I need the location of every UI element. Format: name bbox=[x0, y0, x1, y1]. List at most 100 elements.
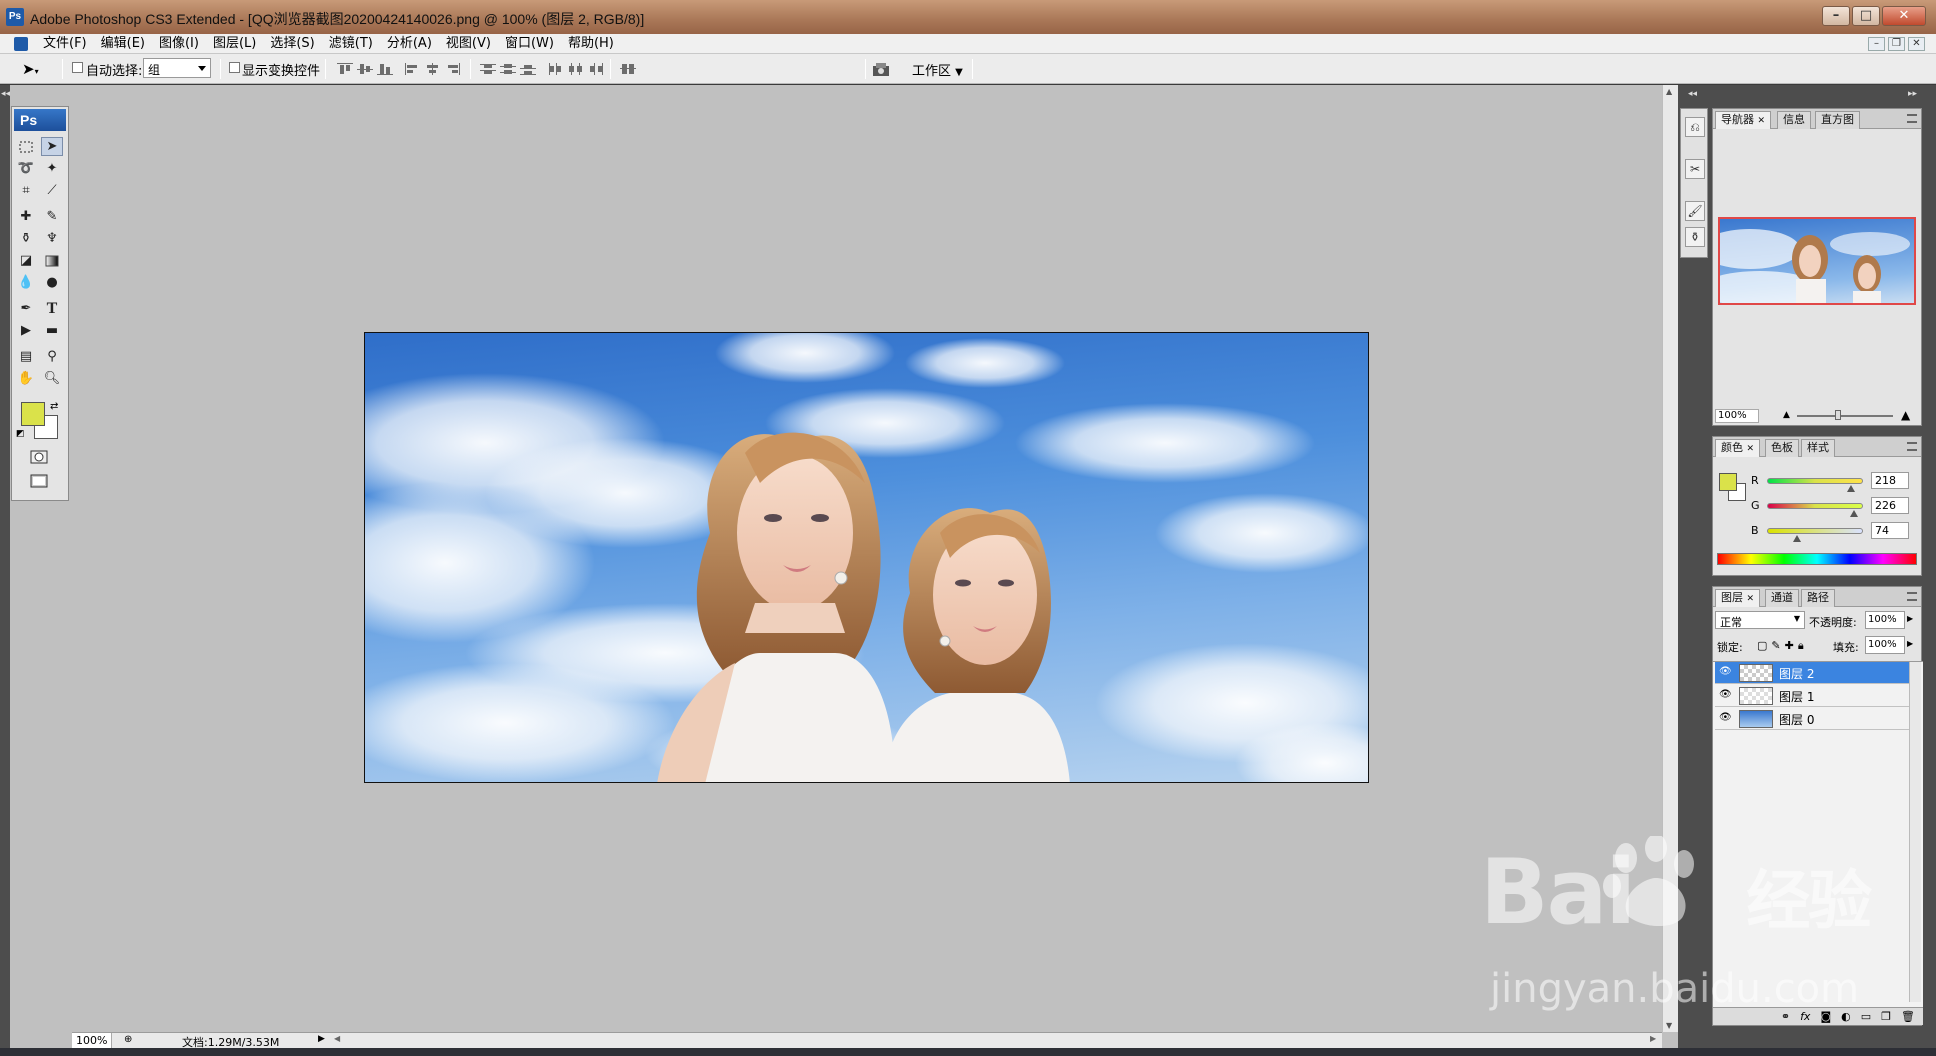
menu-view[interactable]: 视图(V) bbox=[439, 36, 498, 52]
blue-slider-thumb[interactable] bbox=[1793, 535, 1801, 542]
lock-icons[interactable]: ▢✎✚🔒︎ bbox=[1757, 639, 1808, 653]
default-colors-icon[interactable]: ◩ bbox=[16, 429, 25, 439]
clone-source-icon[interactable]: ⚱ bbox=[1685, 227, 1705, 247]
foreground-color-swatch[interactable] bbox=[21, 402, 45, 426]
distribute-top-icon[interactable] bbox=[480, 63, 496, 75]
lock-pixels-icon[interactable]: ✎ bbox=[1771, 639, 1784, 652]
distribute-bottom-icon[interactable] bbox=[520, 63, 536, 75]
workspace-menu[interactable]: 工作区 ▼ bbox=[912, 60, 963, 79]
scroll-up-icon[interactable]: ▲ bbox=[1666, 87, 1672, 96]
blue-slider[interactable] bbox=[1767, 528, 1863, 534]
panel-menu-icon[interactable] bbox=[1907, 114, 1917, 123]
eye-icon[interactable]: 👁︎ bbox=[1719, 666, 1732, 678]
tab-info[interactable]: 信息 bbox=[1777, 111, 1811, 129]
collapse-dock-icon[interactable]: ◂◂ bbox=[1688, 89, 1697, 99]
red-slider-thumb[interactable] bbox=[1847, 485, 1855, 492]
slice-tool-icon[interactable]: ⟋ bbox=[41, 181, 63, 200]
doc-restore-button[interactable]: ❐ bbox=[1888, 37, 1905, 51]
panel-menu-icon[interactable] bbox=[1907, 442, 1917, 451]
healing-brush-icon[interactable]: ✚ bbox=[15, 207, 37, 226]
opacity-arrow-icon[interactable]: ▶ bbox=[1907, 614, 1913, 623]
lock-position-icon[interactable]: ✚ bbox=[1785, 639, 1798, 652]
new-group-icon[interactable]: ▭ bbox=[1861, 1010, 1871, 1023]
document-icon[interactable] bbox=[14, 37, 28, 51]
fill-arrow-icon[interactable]: ▶ bbox=[1907, 639, 1913, 648]
color-spectrum-bar[interactable] bbox=[1717, 553, 1917, 565]
align-top-icon[interactable] bbox=[337, 63, 353, 75]
blend-mode-dropdown[interactable]: 正常 ▼ bbox=[1715, 611, 1805, 629]
magic-wand-icon[interactable]: ✦ bbox=[41, 159, 63, 178]
zoom-in-icon[interactable]: ▲ bbox=[1901, 408, 1910, 422]
tab-paths[interactable]: 路径 bbox=[1801, 589, 1835, 607]
new-layer-icon[interactable]: ❐ bbox=[1881, 1010, 1891, 1023]
screen-mode-icon[interactable] bbox=[28, 471, 50, 490]
tab-swatches[interactable]: 色板 bbox=[1765, 439, 1799, 457]
zoom-level-field[interactable]: 100% bbox=[72, 1033, 112, 1048]
menu-help[interactable]: 帮助(H) bbox=[561, 36, 621, 52]
distribute-vcenter-icon[interactable] bbox=[500, 63, 516, 75]
delete-layer-icon[interactable]: 🗑︎ bbox=[1901, 1010, 1915, 1023]
menu-layer[interactable]: 图层(L) bbox=[206, 36, 263, 52]
tab-styles[interactable]: 样式 bbox=[1801, 439, 1835, 457]
dodge-tool-icon[interactable]: ● bbox=[41, 273, 63, 292]
align-vcenter-icon[interactable] bbox=[357, 63, 373, 75]
menu-window[interactable]: 窗口(W) bbox=[498, 36, 561, 52]
shape-tool-icon[interactable]: ▬ bbox=[41, 321, 63, 340]
navigator-zoom-field[interactable]: 100% bbox=[1715, 409, 1759, 423]
auto-align-layers-icon[interactable] bbox=[620, 63, 636, 75]
minimize-button[interactable]: – bbox=[1822, 6, 1850, 26]
green-slider-thumb[interactable] bbox=[1850, 510, 1858, 517]
blur-tool-icon[interactable]: 💧 bbox=[15, 273, 37, 292]
scroll-down-icon[interactable]: ▼ bbox=[1666, 1021, 1672, 1030]
align-right-icon[interactable] bbox=[445, 63, 461, 75]
history-brush-icon[interactable]: ♆ bbox=[41, 229, 63, 248]
align-bottom-icon[interactable] bbox=[377, 63, 393, 75]
collapse-toolbox-icon[interactable]: ◂◂ bbox=[1, 89, 10, 99]
red-value-field[interactable]: 218 bbox=[1871, 472, 1909, 489]
expand-panels-icon[interactable]: ▸▸ bbox=[1908, 89, 1917, 99]
doc-close-button[interactable]: ✕ bbox=[1908, 37, 1925, 51]
menu-select[interactable]: 选择(S) bbox=[263, 36, 321, 52]
opacity-field[interactable]: 100% bbox=[1865, 611, 1905, 629]
move-tool-preset-icon[interactable]: ➤▾ bbox=[22, 60, 39, 78]
eyedropper-tool-icon[interactable]: ⚲ bbox=[41, 347, 63, 366]
navigator-preview[interactable] bbox=[1718, 217, 1916, 305]
pen-tool-icon[interactable]: ✒ bbox=[15, 299, 37, 318]
type-tool-icon[interactable]: T bbox=[41, 299, 63, 318]
layers-scrollbar[interactable] bbox=[1909, 662, 1921, 1002]
distribute-hcenter-icon[interactable] bbox=[568, 63, 584, 75]
menu-edit[interactable]: 编辑(E) bbox=[94, 36, 152, 52]
align-left-icon[interactable] bbox=[405, 63, 421, 75]
zoom-out-icon[interactable]: ▲ bbox=[1783, 410, 1790, 420]
distribute-left-icon[interactable] bbox=[548, 63, 564, 75]
green-value-field[interactable]: 226 bbox=[1871, 497, 1909, 514]
eye-icon[interactable]: 👁︎ bbox=[1719, 712, 1732, 724]
show-transform-checkbox[interactable] bbox=[229, 62, 240, 76]
lasso-tool-icon[interactable]: ➰ bbox=[15, 159, 37, 178]
bridge-icon[interactable] bbox=[872, 61, 894, 77]
auto-select-dropdown[interactable]: 组 bbox=[143, 58, 211, 78]
quick-mask-icon[interactable] bbox=[28, 447, 50, 466]
scroll-right-icon[interactable]: ▶ bbox=[1650, 1034, 1656, 1043]
menu-file[interactable]: 文件(F) bbox=[36, 36, 94, 52]
layer-row-2[interactable]: 👁︎ 图层 2 bbox=[1715, 662, 1919, 684]
tab-navigator[interactable]: 导航器 ✕ bbox=[1715, 111, 1772, 129]
navigator-zoom-slider[interactable] bbox=[1797, 415, 1893, 417]
fill-field[interactable]: 100% bbox=[1865, 636, 1905, 654]
layer-row-0[interactable]: 👁︎ 图层 0 bbox=[1715, 708, 1919, 730]
eye-icon[interactable]: 👁︎ bbox=[1719, 689, 1732, 701]
color-panel-foreground-swatch[interactable] bbox=[1719, 473, 1737, 491]
lock-all-icon[interactable]: 🔒︎ bbox=[1798, 639, 1808, 652]
crop-tool-icon[interactable]: ⌗ bbox=[15, 181, 37, 200]
tab-layers[interactable]: 图层 ✕ bbox=[1715, 589, 1761, 607]
move-tool-icon[interactable]: ➤ bbox=[41, 137, 63, 156]
maximize-button[interactable]: □ bbox=[1852, 6, 1880, 26]
zoom-tool-icon[interactable]: 🔍︎ bbox=[41, 369, 63, 388]
align-hcenter-icon[interactable] bbox=[425, 63, 441, 75]
green-slider[interactable] bbox=[1767, 503, 1863, 509]
marquee-tool-icon[interactable] bbox=[15, 137, 37, 156]
brush-tool-icon[interactable]: ✎ bbox=[41, 207, 63, 226]
path-selection-icon[interactable]: ▶ bbox=[15, 321, 37, 340]
tab-histogram[interactable]: 直方图 bbox=[1815, 111, 1860, 129]
hand-tool-icon[interactable]: ✋ bbox=[15, 369, 37, 388]
